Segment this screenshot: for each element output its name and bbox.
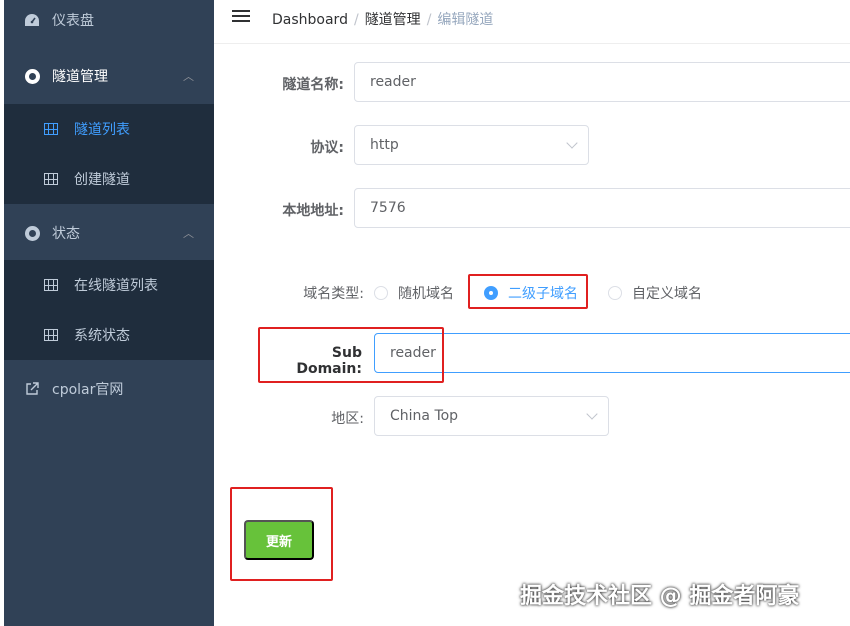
tunnel-name-input[interactable]: reader: [354, 62, 850, 102]
sidebar-label: cpolar官网: [52, 382, 124, 398]
highlight-box: [258, 327, 444, 383]
sidebar: 仪表盘 隧道管理 ︿ 隧道列表 创建隧道 状态 ︿ 在线隧道列表 系统状态 cp…: [4, 0, 214, 626]
radio-circle-icon: [374, 286, 388, 300]
tunnel-icon: [24, 68, 40, 84]
tunnel-name-label: 隧道名称:: [282, 77, 344, 93]
radio-circle-icon: [608, 286, 622, 300]
sidebar-item-dashboard[interactable]: 仪表盘: [4, 0, 214, 48]
sidebar-label: 系统状态: [74, 328, 130, 344]
sidebar-label: 隧道列表: [74, 122, 130, 138]
radio-random-domain[interactable]: 随机域名: [374, 283, 454, 303]
external-link-icon: [24, 381, 40, 397]
sidebar-item-create-tunnel[interactable]: 创建隧道: [4, 154, 214, 204]
highlight-box: [230, 487, 333, 581]
subdomain-input[interactable]: reader: [374, 333, 850, 373]
sidebar-item-status[interactable]: 状态 ︿: [4, 205, 214, 261]
edit-tunnel-form: 隧道名称: reader 协议: http 本地地址: 7576 域名类型: 随…: [214, 44, 850, 626]
watermark: 掘金技术社区 @ 掘金者阿豪: [520, 584, 800, 609]
region-label: 地区:: [331, 411, 364, 427]
dashboard-icon: [24, 12, 40, 28]
chevron-up-icon: ︿: [183, 227, 194, 240]
status-icon: [24, 225, 40, 241]
sidebar-label: 状态: [52, 226, 80, 242]
breadcrumb-separator: /: [426, 12, 432, 28]
sidebar-label: 创建隧道: [74, 172, 130, 188]
chevron-up-icon: ︿: [183, 70, 194, 83]
table-icon: [44, 279, 58, 291]
sidebar-label: 仪表盘: [52, 13, 94, 29]
chevron-down-icon: [566, 137, 578, 149]
protocol-select[interactable]: http: [354, 125, 589, 165]
radio-label: 自定义域名: [632, 286, 702, 302]
sidebar-item-online-tunnels[interactable]: 在线隧道列表: [4, 260, 214, 310]
table-icon: [44, 329, 58, 341]
breadcrumb-separator: /: [353, 12, 359, 28]
sidebar-item-system-status[interactable]: 系统状态: [4, 310, 214, 360]
tunnel-name-value: reader: [370, 74, 416, 90]
sidebar-label: 隧道管理: [52, 69, 108, 85]
table-icon: [44, 123, 58, 135]
domain-type-label: 域名类型:: [303, 286, 364, 302]
highlight-box: [468, 274, 588, 309]
chevron-down-icon: [586, 408, 598, 420]
breadcrumb-home[interactable]: Dashboard: [272, 12, 348, 28]
sidebar-item-tunnel-mgmt[interactable]: 隧道管理 ︿: [4, 48, 214, 104]
local-address-value: 7576: [370, 200, 406, 216]
local-address-input[interactable]: 7576: [354, 188, 850, 228]
sidebar-item-tunnel-list[interactable]: 隧道列表: [4, 104, 214, 154]
table-icon: [44, 173, 58, 185]
local-address-label: 本地地址:: [282, 203, 344, 219]
protocol-value: http: [370, 137, 399, 153]
tunnel-submenu: 隧道列表 创建隧道: [4, 104, 214, 204]
menu-toggle-icon[interactable]: [232, 10, 250, 24]
region-value: China Top: [390, 408, 459, 424]
navbar: Dashboard / 隧道管理 / 编辑隧道: [214, 0, 850, 44]
breadcrumb: Dashboard / 隧道管理 / 编辑隧道: [272, 9, 493, 29]
sidebar-item-cpolar-site[interactable]: cpolar官网: [4, 361, 214, 417]
protocol-label: 协议:: [310, 140, 344, 156]
breadcrumb-section[interactable]: 隧道管理: [365, 12, 421, 28]
sidebar-label: 在线隧道列表: [74, 278, 158, 294]
status-submenu: 在线隧道列表 系统状态: [4, 260, 214, 360]
region-select[interactable]: China Top: [374, 396, 609, 436]
radio-custom-domain[interactable]: 自定义域名: [608, 283, 702, 303]
breadcrumb-current: 编辑隧道: [437, 12, 494, 28]
radio-label: 随机域名: [398, 286, 454, 302]
